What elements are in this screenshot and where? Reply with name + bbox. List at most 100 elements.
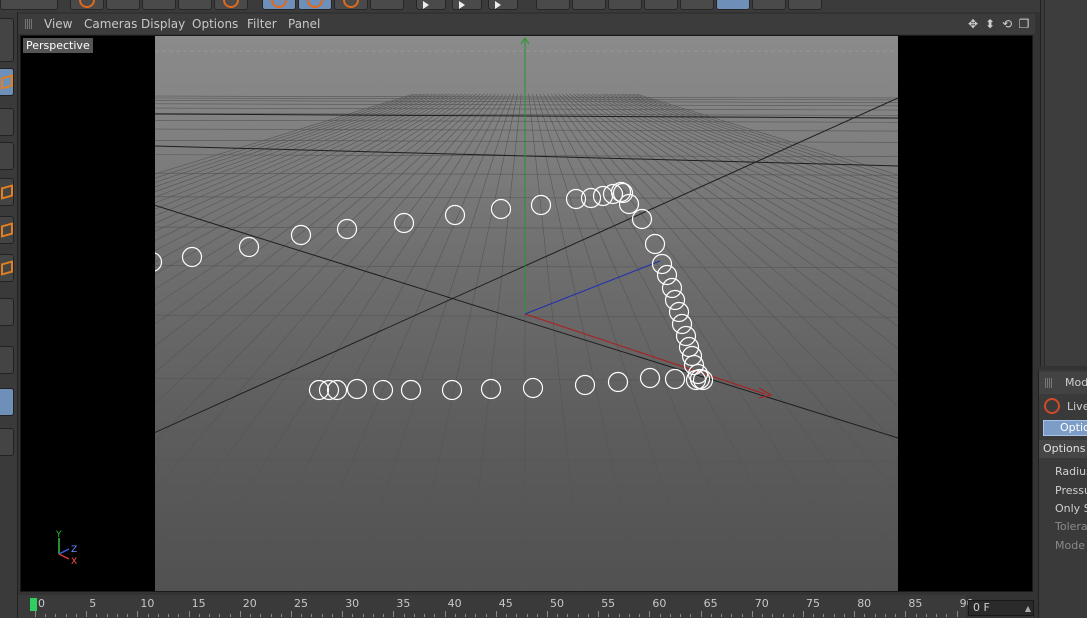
tweak-mode-button[interactable] — [0, 346, 14, 374]
menu-display[interactable]: Display — [141, 17, 185, 31]
timeline-tick — [147, 614, 149, 617]
model-mode-button[interactable] — [0, 68, 14, 96]
grip-icon[interactable] — [1045, 378, 1053, 388]
pressure-field-label[interactable]: Pressu — [1055, 484, 1087, 497]
move-icon[interactable]: ✥ — [966, 17, 980, 31]
grid-line — [629, 93, 898, 184]
timeline-tick — [260, 614, 262, 617]
rotate-tool-button[interactable] — [178, 0, 212, 10]
timeline-tick — [833, 614, 835, 617]
timeline-tick — [741, 614, 743, 617]
pen-spline-button[interactable] — [572, 0, 606, 10]
object-manager-strip[interactable] — [1044, 0, 1087, 366]
frame-spinner-icon[interactable]: ▲ — [1025, 602, 1031, 616]
spline-point-circles[interactable] — [155, 181, 714, 401]
points-mode-button[interactable] — [0, 178, 14, 206]
render-picture-viewer-button[interactable] — [452, 0, 482, 10]
timeline-ruler[interactable]: 0 5 10 15 20 25 30 35 40 45 50 55 60 65 70 75 80 85 90 — [18, 595, 974, 618]
options-section[interactable]: Options — [1039, 440, 1087, 458]
spline-point-circle[interactable] — [336, 218, 358, 240]
timeline-tick — [229, 614, 231, 617]
rotate-icon[interactable]: ⟲ — [1000, 17, 1014, 31]
spline-point-circle[interactable] — [326, 379, 348, 401]
timeline-tick — [65, 614, 67, 617]
polygons-mode-button[interactable] — [0, 254, 14, 282]
tab-options[interactable]: Optic — [1043, 420, 1087, 436]
spline-point-circle[interactable] — [530, 194, 552, 216]
only-select-visible-label[interactable]: Only S — [1055, 502, 1087, 515]
x-axis-lock-button[interactable] — [262, 0, 296, 10]
camera-button[interactable] — [752, 0, 786, 10]
grip-icon[interactable] — [25, 19, 33, 29]
texture-mode-button[interactable] — [0, 108, 14, 136]
z-axis-lock-button[interactable] — [334, 0, 368, 10]
spline-point-circle[interactable] — [155, 252, 163, 272]
tab-options-label: Optic — [1060, 421, 1087, 434]
spline-point-circle[interactable] — [664, 368, 686, 390]
current-frame-field[interactable]: 0 F ▲ — [968, 600, 1034, 616]
render-settings-button[interactable] — [488, 0, 518, 10]
spline-point-circle[interactable] — [668, 301, 690, 323]
main-toolbar — [0, 0, 1087, 12]
spline-point-circle[interactable] — [393, 212, 415, 234]
menu-cameras[interactable]: Cameras — [84, 17, 137, 31]
grid-line — [155, 93, 489, 404]
menu-filter[interactable]: Filter — [247, 17, 277, 31]
y-axis-lock-button[interactable] — [298, 0, 332, 10]
spline-point-circle[interactable] — [490, 198, 512, 220]
grid-line — [155, 459, 898, 463]
render-view-button[interactable] — [416, 0, 446, 10]
perspective-viewport[interactable]: Perspective Y Z X — [20, 35, 1033, 592]
spline-point-circle[interactable] — [661, 277, 683, 299]
spline-point-circle[interactable] — [522, 377, 544, 399]
menu-view[interactable]: View — [44, 17, 72, 31]
timeline-tick — [946, 614, 948, 617]
spline-point-circle[interactable] — [644, 233, 666, 255]
timeline-tick — [495, 611, 497, 617]
spline-point-circle[interactable] — [400, 379, 422, 401]
spline-point-circle[interactable] — [651, 253, 673, 275]
spline-point-circle[interactable] — [480, 378, 502, 400]
coordinate-system-button[interactable] — [370, 0, 404, 10]
subdivision-button[interactable] — [608, 0, 642, 10]
live-selection-button[interactable] — [70, 0, 104, 10]
spline-point-circle[interactable] — [631, 208, 653, 230]
playhead[interactable] — [30, 598, 37, 611]
spline-point-circle[interactable] — [656, 264, 678, 286]
render-area[interactable] — [155, 36, 898, 591]
spline-point-circle[interactable] — [675, 325, 697, 347]
perspective-label[interactable]: Perspective — [23, 38, 93, 53]
cube-object-button[interactable] — [536, 0, 570, 10]
workplane-mode-button[interactable] — [0, 142, 14, 170]
spline-point-circle[interactable] — [290, 224, 312, 246]
spline-point-circle[interactable] — [664, 289, 686, 311]
spline-point-circle[interactable] — [441, 379, 463, 401]
light-button[interactable] — [788, 0, 822, 10]
spline-point-circle[interactable] — [574, 374, 596, 396]
deformer-button[interactable] — [680, 0, 714, 10]
zoom-icon[interactable]: ⬍ — [983, 17, 997, 31]
array-button[interactable] — [644, 0, 678, 10]
maximize-icon[interactable]: ❐ — [1017, 17, 1031, 31]
make-editable-button[interactable] — [0, 18, 14, 62]
timeline-tick-label: 45 — [498, 597, 513, 610]
move-tool-button[interactable] — [106, 0, 140, 10]
axis-mode-button[interactable] — [0, 298, 14, 326]
attribute-mode-label[interactable]: Mod — [1065, 376, 1087, 389]
spline-point-circle[interactable] — [639, 367, 661, 389]
menu-options[interactable]: Options — [192, 17, 238, 31]
edges-mode-button[interactable] — [0, 216, 14, 244]
spline-point-circle[interactable] — [346, 378, 368, 400]
menu-panel[interactable]: Panel — [288, 17, 320, 31]
snap-button[interactable] — [0, 388, 14, 416]
grid-line — [565, 93, 898, 376]
recent-tools-button[interactable] — [214, 0, 248, 10]
workplane-button[interactable] — [0, 428, 14, 456]
toolbar-button-undo[interactable] — [0, 0, 58, 10]
spline-point-circle[interactable] — [607, 371, 629, 393]
radius-field-label[interactable]: Radius — [1055, 465, 1087, 478]
spline-point-circle[interactable] — [671, 313, 693, 335]
floor-button[interactable] — [716, 0, 750, 10]
scale-tool-button[interactable] — [142, 0, 176, 10]
gizmo-x-label: X — [71, 557, 77, 567]
